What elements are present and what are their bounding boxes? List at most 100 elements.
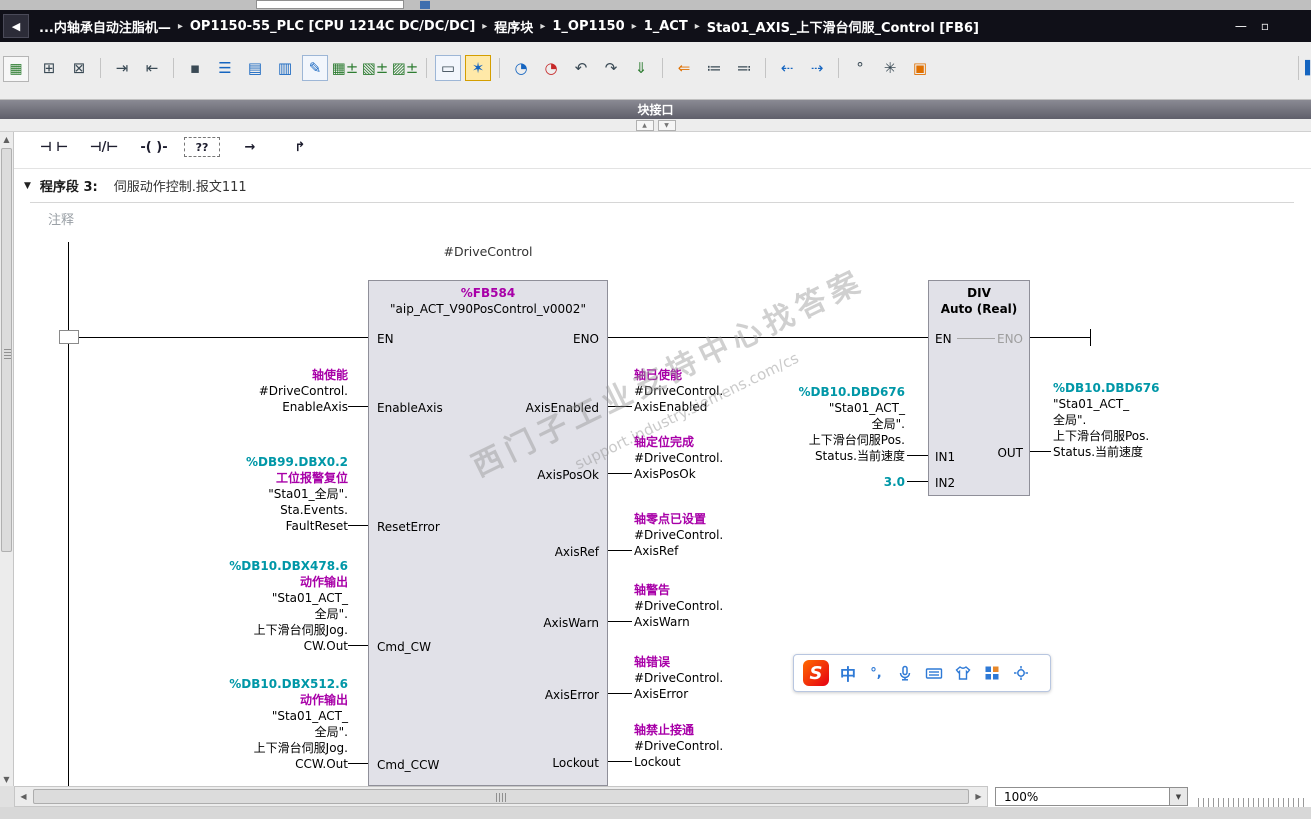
settings-icon[interactable]: [1012, 664, 1030, 682]
operand-div-in2[interactable]: 3.0: [755, 474, 905, 490]
close-branch-icon[interactable]: ↱: [280, 135, 320, 159]
pin-axisposok[interactable]: AxisPosOk: [537, 467, 599, 483]
next-error-icon[interactable]: ⇢: [804, 55, 830, 81]
div-box[interactable]: DIV Auto (Real) EN ENO IN1 IN2 OUT: [928, 280, 1030, 496]
snapshot-icon[interactable]: ✳: [877, 55, 903, 81]
vertical-scrollbar[interactable]: ▲ ▼: [0, 132, 14, 786]
insert-db-call-icon[interactable]: ▨±: [392, 55, 419, 81]
branch-stub-box[interactable]: [59, 330, 79, 344]
splitter-down-icon[interactable]: ▼: [657, 119, 676, 131]
pin-reseterror[interactable]: ResetError: [377, 519, 440, 535]
scroll-up-icon[interactable]: ▲: [0, 132, 13, 146]
previous-error-icon[interactable]: ⇠: [774, 55, 800, 81]
open-branch-icon[interactable]: →: [230, 135, 270, 159]
delete-network-icon[interactable]: ⊠: [66, 55, 92, 81]
chinese-mode-icon[interactable]: 中: [840, 661, 856, 685]
monitoring-off-icon[interactable]: ◔: [538, 55, 564, 81]
breadcrumb-program-blocks[interactable]: 程序块: [494, 17, 533, 36]
pin-axisenabled[interactable]: AxisEnabled: [526, 400, 599, 416]
pin-en[interactable]: EN: [377, 331, 394, 347]
skin-icon[interactable]: [954, 664, 972, 682]
network-title[interactable]: 伺服动作控制.报文111: [114, 176, 247, 195]
toolbar-overflow-icon[interactable]: ▐: [1298, 56, 1311, 80]
pin-axiswarn[interactable]: AxisWarn: [543, 615, 599, 631]
nc-contact-icon[interactable]: ⊣/⊢: [84, 135, 124, 159]
operand-lockout[interactable]: 轴禁止接通 #DriveControl. Lockout: [634, 722, 834, 770]
call-structure-icon[interactable]: ≔: [701, 55, 727, 81]
ime-toolbar[interactable]: S 中 °,: [793, 654, 1051, 692]
insert-network-icon[interactable]: ⊞: [36, 55, 62, 81]
block-interface-bar[interactable]: 块接口: [0, 100, 1311, 119]
microphone-icon[interactable]: [896, 664, 914, 682]
insert-fb-call-icon[interactable]: ▦±: [332, 55, 359, 81]
scroll-right-icon[interactable]: ▶: [970, 787, 987, 806]
toggle-network-comments-icon[interactable]: ✎: [302, 55, 328, 81]
punctuation-icon[interactable]: °,: [867, 664, 885, 682]
insert-fc-call-icon[interactable]: ▧±: [362, 55, 389, 81]
zoom-dropdown-icon[interactable]: ▼: [1169, 788, 1187, 805]
zoom-combobox[interactable]: 100% ▼: [995, 787, 1188, 806]
operand-cmd-cw[interactable]: %DB10.DBX478.6 动作输出 "Sta01_ACT_ 全局". 上下滑…: [138, 558, 348, 654]
fb-call-box[interactable]: %FB584 "aip_ACT_V90PosControl_v0002" EN …: [368, 280, 608, 786]
update-block-calls-icon[interactable]: ✶: [465, 55, 491, 81]
pin-cmd-cw[interactable]: Cmd_CW: [377, 639, 431, 655]
operand-div-out[interactable]: %DB10.DBD676 "Sta01_ACT_ 全局". 上下滑台伺服Pos.…: [1053, 380, 1253, 460]
pin-enableaxis[interactable]: EnableAxis: [377, 400, 443, 416]
download-icon[interactable]: ⇓: [628, 55, 654, 81]
operand-axiswarn[interactable]: 轴警告 #DriveControl. AxisWarn: [634, 582, 834, 630]
pin-lockout[interactable]: Lockout: [552, 755, 599, 771]
coil-icon[interactable]: -( )-: [134, 135, 174, 159]
program-editor-icon[interactable]: ▦: [3, 56, 29, 82]
interface-splitter[interactable]: ▲ ▼: [0, 119, 1311, 132]
jump-backward-icon[interactable]: ↶: [568, 55, 594, 81]
pin-div-in2[interactable]: IN2: [935, 475, 955, 491]
back-button[interactable]: ◀: [3, 14, 29, 38]
know-how-protection-icon[interactable]: ▣: [907, 55, 933, 81]
assignment-list-icon[interactable]: ≕: [731, 55, 757, 81]
insert-row-icon[interactable]: ⇥: [109, 55, 135, 81]
pin-axiserror[interactable]: AxisError: [545, 687, 599, 703]
breadcrumb-folder-1[interactable]: 1_OP1150: [552, 19, 624, 34]
network-comment[interactable]: 注释: [48, 209, 74, 228]
scroll-down-icon[interactable]: ▼: [0, 772, 13, 786]
breadcrumb-folder-2[interactable]: 1_ACT: [644, 19, 688, 34]
toolbox-icon[interactable]: [983, 664, 1001, 682]
collapse-all-networks-icon[interactable]: ▤: [242, 55, 268, 81]
pin-div-in1[interactable]: IN1: [935, 449, 955, 465]
operand-div-in1[interactable]: %DB10.DBD676 "Sta01_ACT_ 全局". 上下滑台伺服Pos.…: [695, 384, 905, 464]
absolute-symbolic-operands-icon[interactable]: ▥: [272, 55, 298, 81]
operand-reseterror[interactable]: %DB99.DBX0.2 工位报警复位 "Sta01_全局". Sta.Even…: [138, 454, 348, 534]
pin-axisref[interactable]: AxisRef: [555, 544, 599, 560]
ladder-editor-canvas[interactable]: ⊣ ⊢ ⊣/⊢ -( )- ?? → ↱ ▼ 程序段 3: 伺服动作控制.报文1…: [14, 132, 1311, 786]
breadcrumb-plc[interactable]: OP1150-55_PLC [CPU 1214C DC/DC/DC]: [190, 19, 475, 34]
go-online-icon[interactable]: ⇐: [671, 55, 697, 81]
jump-forward-icon[interactable]: ↷: [598, 55, 624, 81]
network-collapse-icon[interactable]: ▼: [24, 181, 31, 191]
scroll-left-icon[interactable]: ◀: [15, 787, 32, 806]
operand-cmd-ccw[interactable]: %DB10.DBX512.6 动作输出 "Sta01_ACT_ 全局". 上下滑…: [138, 676, 348, 772]
splitter-up-icon[interactable]: ▲: [635, 119, 654, 131]
instance-db-label[interactable]: #DriveControl: [368, 244, 608, 259]
operand-axisref[interactable]: 轴零点已设置 #DriveControl. AxisRef: [634, 511, 834, 559]
pin-cmd-ccw[interactable]: Cmd_CCW: [377, 757, 439, 773]
breadcrumb-project[interactable]: ...内轴承自动注脂机—: [39, 17, 171, 36]
pin-div-eno[interactable]: ENO: [997, 331, 1023, 347]
operand-enableaxis[interactable]: 轴使能 #DriveControl. EnableAxis: [138, 367, 348, 415]
empty-box-icon[interactable]: ??: [184, 137, 220, 157]
no-contact-icon[interactable]: ⊣ ⊢: [34, 135, 74, 159]
monitoring-on-icon[interactable]: ◔: [508, 55, 534, 81]
vertical-scroll-thumb[interactable]: [1, 148, 12, 552]
sogou-logo-icon[interactable]: S: [803, 660, 829, 686]
expand-all-networks-icon[interactable]: ☰: [212, 55, 238, 81]
pin-div-en[interactable]: EN: [935, 331, 952, 347]
minimize-button[interactable]: —: [1235, 20, 1247, 32]
pin-div-out[interactable]: OUT: [997, 445, 1023, 461]
insert-empty-box-icon[interactable]: ▭: [435, 55, 461, 81]
horizontal-scrollbar[interactable]: ◀ ▶: [14, 786, 988, 807]
partial-search-box[interactable]: [256, 0, 404, 9]
virtual-keyboard-icon[interactable]: [925, 664, 943, 682]
breadcrumb-block[interactable]: Sta01_AXIS_上下滑台伺服_Control [FB6]: [707, 17, 979, 36]
horizontal-scroll-thumb[interactable]: [33, 789, 969, 804]
reset-layout-icon[interactable]: ▪: [182, 55, 208, 81]
settings-icon[interactable]: °: [847, 55, 873, 81]
